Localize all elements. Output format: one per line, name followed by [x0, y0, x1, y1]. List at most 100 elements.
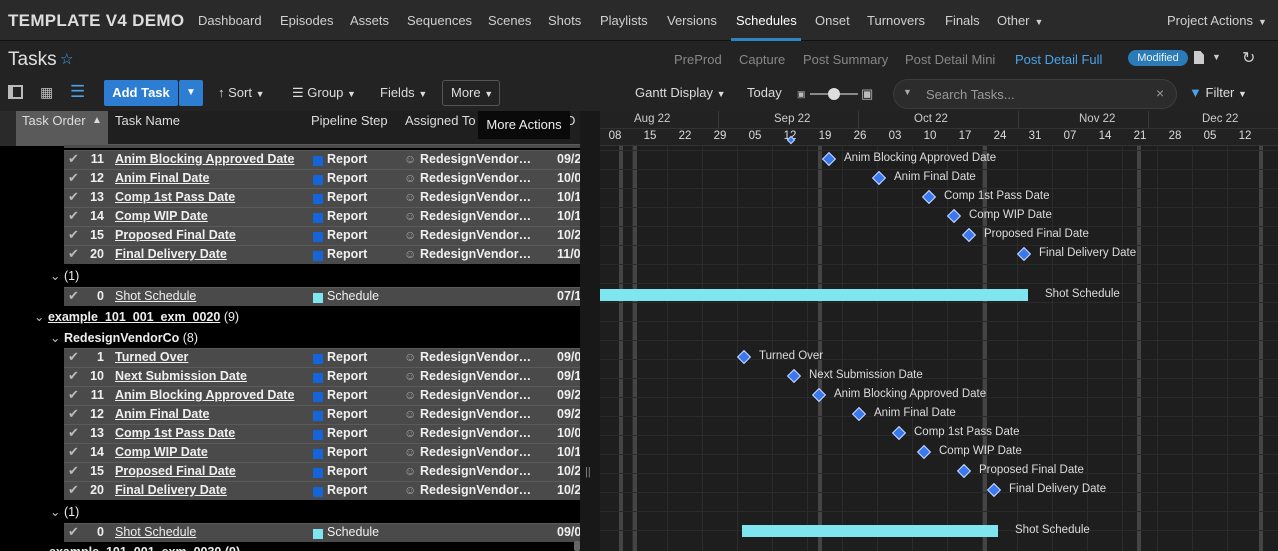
chevron-down-icon[interactable]: ⌄: [34, 310, 48, 324]
table-row[interactable]: ✔ 20 Final Delivery Date Report ☺ RedesignVen…: [64, 245, 580, 264]
nav-other[interactable]: Other ▼: [997, 13, 1043, 28]
task-name-link[interactable]: Final Delivery Date: [115, 247, 227, 261]
checkmark-icon[interactable]: ✔: [68, 349, 79, 365]
milestone-diamond[interactable]: [961, 227, 977, 243]
table-row[interactable]: ✔ 13 Comp 1st Pass Date Report ☺ RedesignVend…: [64, 424, 580, 443]
tab-preprod[interactable]: PreProd: [674, 52, 722, 67]
milestone-diamond[interactable]: [821, 151, 837, 167]
list-view-icon[interactable]: [8, 85, 23, 99]
checkmark-icon[interactable]: ✔: [68, 208, 79, 224]
group-header[interactable]: ⌄ example_101_001_exm_0020 (9): [34, 309, 239, 324]
task-name-link[interactable]: Anim Blocking Approved Date: [115, 152, 294, 166]
project-actions-menu[interactable]: Project Actions ▼: [1167, 13, 1267, 28]
group-header[interactable]: ⌄ (1): [50, 504, 79, 519]
nav-shots[interactable]: Shots: [548, 13, 581, 28]
sort-button[interactable]: ↑ Sort ▼: [218, 85, 265, 100]
chevron-down-icon[interactable]: ⌄: [50, 269, 64, 283]
column-task-name[interactable]: Task Name: [115, 113, 180, 128]
milestone-diamond[interactable]: [916, 444, 932, 460]
nav-versions[interactable]: Versions: [667, 13, 717, 28]
table-row[interactable]: ✔ 15 Proposed Final Date Report ☺ RedesignVen…: [64, 462, 580, 481]
milestone-diamond[interactable]: [736, 349, 752, 365]
table-row[interactable]: ✔ 20 Final Delivery Date Report ☺ RedesignVen…: [64, 481, 580, 500]
checkmark-icon[interactable]: ✔: [68, 406, 79, 422]
table-row[interactable]: [64, 144, 580, 148]
checkmark-icon[interactable]: ✔: [68, 151, 79, 167]
task-name-link[interactable]: Next Submission Date: [115, 369, 247, 383]
table-row[interactable]: ✔ 13 Comp 1st Pass Date Report ☺ RedesignVend…: [64, 188, 580, 207]
nav-episodes[interactable]: Episodes: [280, 13, 333, 28]
list-detail-view-icon[interactable]: ☰: [70, 82, 85, 102]
search-input[interactable]: Search Tasks...: [926, 87, 1015, 102]
nav-schedules[interactable]: Schedules: [736, 13, 797, 28]
more-button[interactable]: More ▼: [442, 80, 500, 106]
schedule-bar[interactable]: [600, 289, 1028, 301]
page-settings-icon[interactable]: [1194, 51, 1204, 64]
milestone-diamond[interactable]: [851, 406, 867, 422]
table-row[interactable]: ✔ 12 Anim Final Date Report ☺ RedesignVendor……: [64, 169, 580, 188]
drag-handle-icon[interactable]: ||: [585, 466, 591, 478]
tab-post-summary[interactable]: Post Summary: [803, 52, 888, 67]
checkmark-icon[interactable]: ✔: [68, 288, 79, 304]
milestone-diamond[interactable]: [891, 425, 907, 441]
refresh-icon[interactable]: ↻: [1242, 48, 1255, 68]
milestone-diamond[interactable]: [811, 387, 827, 403]
checkmark-icon[interactable]: ✔: [68, 246, 79, 262]
task-name-link[interactable]: Final Delivery Date: [115, 483, 227, 497]
select-all-cell[interactable]: [0, 111, 16, 146]
nav-sequences[interactable]: Sequences: [407, 13, 472, 28]
chevron-down-icon[interactable]: ▼: [1212, 52, 1221, 62]
task-name-link[interactable]: Proposed Final Date: [115, 464, 236, 478]
chevron-down-icon[interactable]: ⌄: [50, 505, 64, 519]
nav-onset[interactable]: Onset: [815, 13, 850, 28]
group-header-partial[interactable]: example_101_001_exm_0030 (9): [49, 545, 240, 551]
table-row[interactable]: ✔ 11 Anim Blocking Approved Date Report ☺ Red…: [64, 386, 580, 405]
grid-view-icon[interactable]: ▦: [40, 84, 53, 101]
gantt-display-button[interactable]: Gantt Display ▼: [635, 85, 726, 100]
milestone-diamond[interactable]: [786, 368, 802, 384]
table-row[interactable]: ✔ 10 Next Submission Date Report ☺ RedesignVe…: [64, 367, 580, 386]
task-name-link[interactable]: Shot Schedule: [115, 289, 196, 303]
checkmark-icon[interactable]: ✔: [68, 368, 79, 384]
checkmark-icon[interactable]: ✔: [68, 227, 79, 243]
milestone-diamond[interactable]: [1016, 246, 1032, 262]
nav-assets[interactable]: Assets: [350, 13, 389, 28]
star-icon[interactable]: ☆: [60, 50, 73, 68]
task-name-link[interactable]: Shot Schedule: [115, 525, 196, 539]
zoom-slider-handle[interactable]: [828, 88, 840, 100]
milestone-diamond[interactable]: [871, 170, 887, 186]
checkmark-icon[interactable]: ✔: [68, 524, 79, 540]
app-title[interactable]: TEMPLATE V4 DEMO: [8, 11, 184, 31]
task-name-link[interactable]: Comp 1st Pass Date: [115, 190, 235, 204]
task-name-link[interactable]: Anim Final Date: [115, 171, 209, 185]
add-task-button[interactable]: Add Task: [104, 80, 178, 106]
add-task-dropdown-icon[interactable]: ▼: [179, 80, 203, 106]
table-row[interactable]: ✔ 14 Comp WIP Date Report ☺ RedesignVendor… 10…: [64, 207, 580, 226]
task-name-link[interactable]: Anim Final Date: [115, 407, 209, 421]
task-name-link[interactable]: Proposed Final Date: [115, 228, 236, 242]
table-row[interactable]: ✔ 0 Shot Schedule Schedule 09/0: [64, 523, 580, 542]
milestone-diamond[interactable]: [956, 463, 972, 479]
checkmark-icon[interactable]: ✔: [68, 170, 79, 186]
task-name-link[interactable]: Comp 1st Pass Date: [115, 426, 235, 440]
task-name-link[interactable]: Comp WIP Date: [115, 445, 208, 459]
filter-button[interactable]: ▼ Filter ▼: [1189, 85, 1247, 100]
chevron-down-icon[interactable]: ⌄: [50, 331, 64, 345]
column-pipeline-step[interactable]: Pipeline Step: [311, 113, 388, 128]
schedule-bar[interactable]: [742, 525, 998, 537]
checkmark-icon[interactable]: ✔: [68, 387, 79, 403]
tab-capture[interactable]: Capture: [739, 52, 785, 67]
milestone-diamond[interactable]: [946, 208, 962, 224]
task-name-link[interactable]: Turned Over: [115, 350, 188, 364]
table-row[interactable]: ✔ 12 Anim Final Date Report ☺ RedesignVendor……: [64, 405, 580, 424]
nav-scenes[interactable]: Scenes: [488, 13, 531, 28]
checkmark-icon[interactable]: ✔: [68, 189, 79, 205]
table-row[interactable]: ✔ 1 Turned Over Report ☺ RedesignVendor… 09/0: [64, 348, 580, 367]
nav-finals[interactable]: Finals: [945, 13, 980, 28]
nav-playlists[interactable]: Playlists: [600, 13, 648, 28]
tab-post-detail-mini[interactable]: Post Detail Mini: [905, 52, 995, 67]
today-button[interactable]: Today: [747, 85, 782, 100]
clear-search-icon[interactable]: ×: [1156, 85, 1164, 101]
table-row[interactable]: ✔ 0 Shot Schedule Schedule 07/1: [64, 287, 580, 306]
milestone-diamond[interactable]: [921, 189, 937, 205]
